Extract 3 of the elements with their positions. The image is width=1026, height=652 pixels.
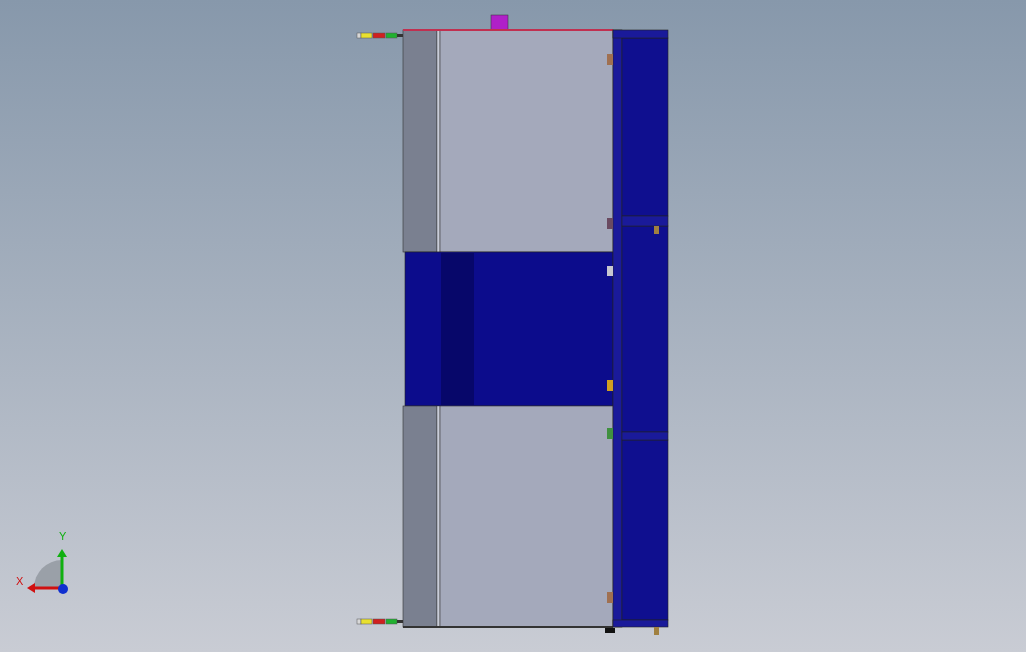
x-axis-label: X <box>16 576 24 587</box>
axis-triad-drawing <box>27 549 68 594</box>
y-axis-label: Y <box>59 531 67 542</box>
